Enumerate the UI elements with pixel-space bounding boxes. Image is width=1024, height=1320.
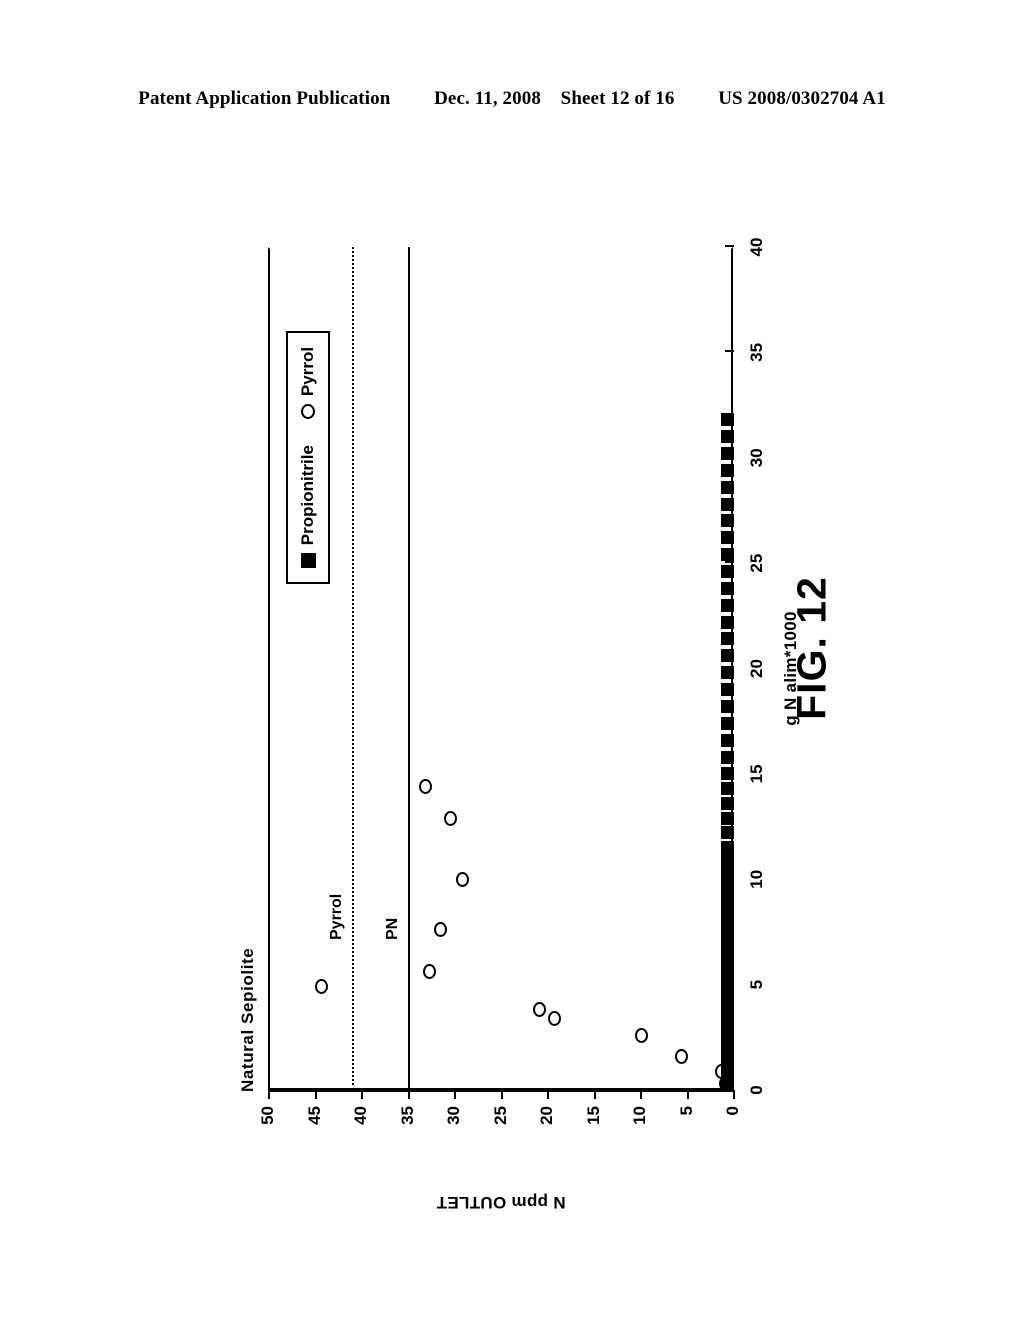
legend-label-pyrrol: Pyrrol bbox=[298, 346, 317, 397]
data-point-propionitrile bbox=[720, 891, 734, 905]
legend-label-propionitrile: Propionitrile bbox=[298, 445, 317, 546]
y-tick-label: 25 bbox=[490, 1106, 510, 1125]
data-point-pyrrol bbox=[715, 1063, 729, 1079]
data-point-propionitrile bbox=[720, 615, 734, 629]
y-tick-label: 40 bbox=[351, 1106, 370, 1125]
data-point-propionitrile bbox=[720, 853, 734, 867]
x-tick-label: 15 bbox=[747, 764, 766, 784]
data-point-propionitrile bbox=[720, 632, 734, 646]
x-tick-label: 20 bbox=[747, 659, 766, 678]
data-point-propionitrile bbox=[720, 796, 734, 810]
y-tick bbox=[268, 1090, 270, 1099]
y-tick bbox=[733, 1090, 735, 1099]
y-tick-label: 45 bbox=[304, 1106, 324, 1125]
legend-entry-propionitrile: Propionitrile bbox=[298, 445, 318, 569]
x-tick bbox=[725, 455, 734, 458]
x-tick bbox=[725, 245, 734, 247]
data-point-pyrrol bbox=[443, 810, 457, 826]
data-point-propionitrile bbox=[720, 716, 734, 730]
reference-line-pn bbox=[407, 247, 410, 1090]
y-tick bbox=[686, 1090, 689, 1099]
data-point-pyrrol bbox=[455, 871, 469, 887]
y-tick bbox=[454, 1090, 456, 1099]
data-point-propionitrile bbox=[720, 531, 734, 545]
x-tick bbox=[725, 561, 734, 564]
reference-label-pn: PN bbox=[383, 917, 401, 940]
data-point-propionitrile bbox=[720, 463, 734, 477]
data-point-propionitrile bbox=[720, 497, 734, 511]
data-point-propionitrile bbox=[720, 649, 734, 663]
data-point-propionitrile bbox=[720, 879, 734, 893]
x-tick bbox=[725, 982, 734, 985]
reference-line-pyrrol bbox=[351, 247, 354, 1090]
y-tick-label: 0 bbox=[723, 1106, 742, 1116]
data-point-propionitrile bbox=[720, 683, 734, 697]
reference-label-pyrrol: Pyrrol bbox=[327, 893, 345, 940]
data-point-propionitrile bbox=[720, 447, 734, 461]
x-tick-label: 25 bbox=[747, 553, 766, 573]
figure-caption: FIG. 12 bbox=[788, 576, 835, 720]
x-tick bbox=[725, 350, 734, 353]
y-tick bbox=[593, 1090, 596, 1099]
x-tick-label: 0 bbox=[747, 1085, 766, 1095]
data-point-propionitrile bbox=[720, 699, 734, 713]
y-tick bbox=[361, 1090, 363, 1099]
data-point-propionitrile bbox=[720, 548, 734, 562]
x-tick bbox=[725, 666, 734, 669]
y-tick-label: 35 bbox=[397, 1106, 417, 1125]
chart-legend: Propionitrile Pyrrol bbox=[286, 330, 330, 585]
y-tick-label: 20 bbox=[537, 1106, 556, 1125]
plot-frame bbox=[268, 247, 733, 1090]
data-point-propionitrile bbox=[720, 480, 734, 494]
y-tick bbox=[500, 1090, 503, 1099]
data-point-pyrrol bbox=[314, 979, 328, 995]
x-tick-label: 35 bbox=[747, 342, 766, 362]
y-tick bbox=[547, 1090, 549, 1099]
y-tick-label: 50 bbox=[258, 1106, 277, 1125]
y-axis-title: N ppm OUTLET bbox=[435, 1193, 566, 1212]
x-tick-label: 40 bbox=[747, 237, 766, 257]
y-tick-label: 10 bbox=[630, 1106, 649, 1125]
y-tick bbox=[407, 1090, 410, 1099]
y-tick bbox=[640, 1090, 642, 1099]
scatter-chart: Natural Sepiolite Pyrrol PN 0 5 10 15 20 25 30 3… bbox=[232, 210, 800, 1212]
figure-stage: Natural Sepiolite Pyrrol PN 0 5 10 15 20 25 30 3… bbox=[0, 0, 1024, 1320]
y-tick-label: 15 bbox=[583, 1106, 603, 1125]
x-tick bbox=[725, 877, 734, 880]
data-point-pyrrol bbox=[547, 1010, 561, 1026]
filled-square-icon bbox=[300, 553, 316, 569]
data-point-propionitrile bbox=[720, 826, 734, 840]
chart-title: Natural Sepiolite bbox=[238, 947, 257, 1092]
open-circle-icon bbox=[301, 404, 315, 420]
data-point-propionitrile bbox=[720, 767, 734, 781]
data-point-propionitrile bbox=[720, 514, 734, 528]
rotated-chart-inner: Natural Sepiolite Pyrrol PN 0 5 10 15 20 25 30 3… bbox=[232, 210, 800, 1212]
data-point-pyrrol bbox=[418, 779, 432, 795]
plot-area: Pyrrol PN 0 5 10 15 20 25 30 35 40 0 5 10 15 20 25 30 35… bbox=[258, 238, 800, 1212]
data-point-propionitrile bbox=[720, 733, 734, 747]
x-tick-label: 30 bbox=[747, 448, 766, 468]
x-tick-label: 5 bbox=[747, 979, 766, 990]
data-point-propionitrile bbox=[720, 841, 734, 855]
y-tick-label: 5 bbox=[676, 1106, 696, 1116]
data-point-propionitrile bbox=[720, 598, 734, 612]
data-point-propionitrile bbox=[720, 917, 734, 931]
y-tick bbox=[314, 1090, 317, 1099]
data-point-propionitrile bbox=[720, 413, 734, 427]
data-point-propionitrile bbox=[720, 904, 734, 918]
data-point-propionitrile bbox=[720, 782, 734, 796]
data-point-propionitrile bbox=[720, 750, 734, 764]
data-point-propionitrile bbox=[720, 581, 734, 595]
x-tick-label: 10 bbox=[747, 869, 766, 889]
legend-entry-pyrrol: Pyrrol bbox=[298, 346, 318, 420]
data-point-propionitrile bbox=[720, 430, 734, 444]
data-point-propionitrile bbox=[720, 565, 734, 579]
x-tick bbox=[725, 771, 734, 774]
y-tick-label: 30 bbox=[444, 1106, 463, 1125]
data-point-propionitrile bbox=[720, 811, 734, 825]
